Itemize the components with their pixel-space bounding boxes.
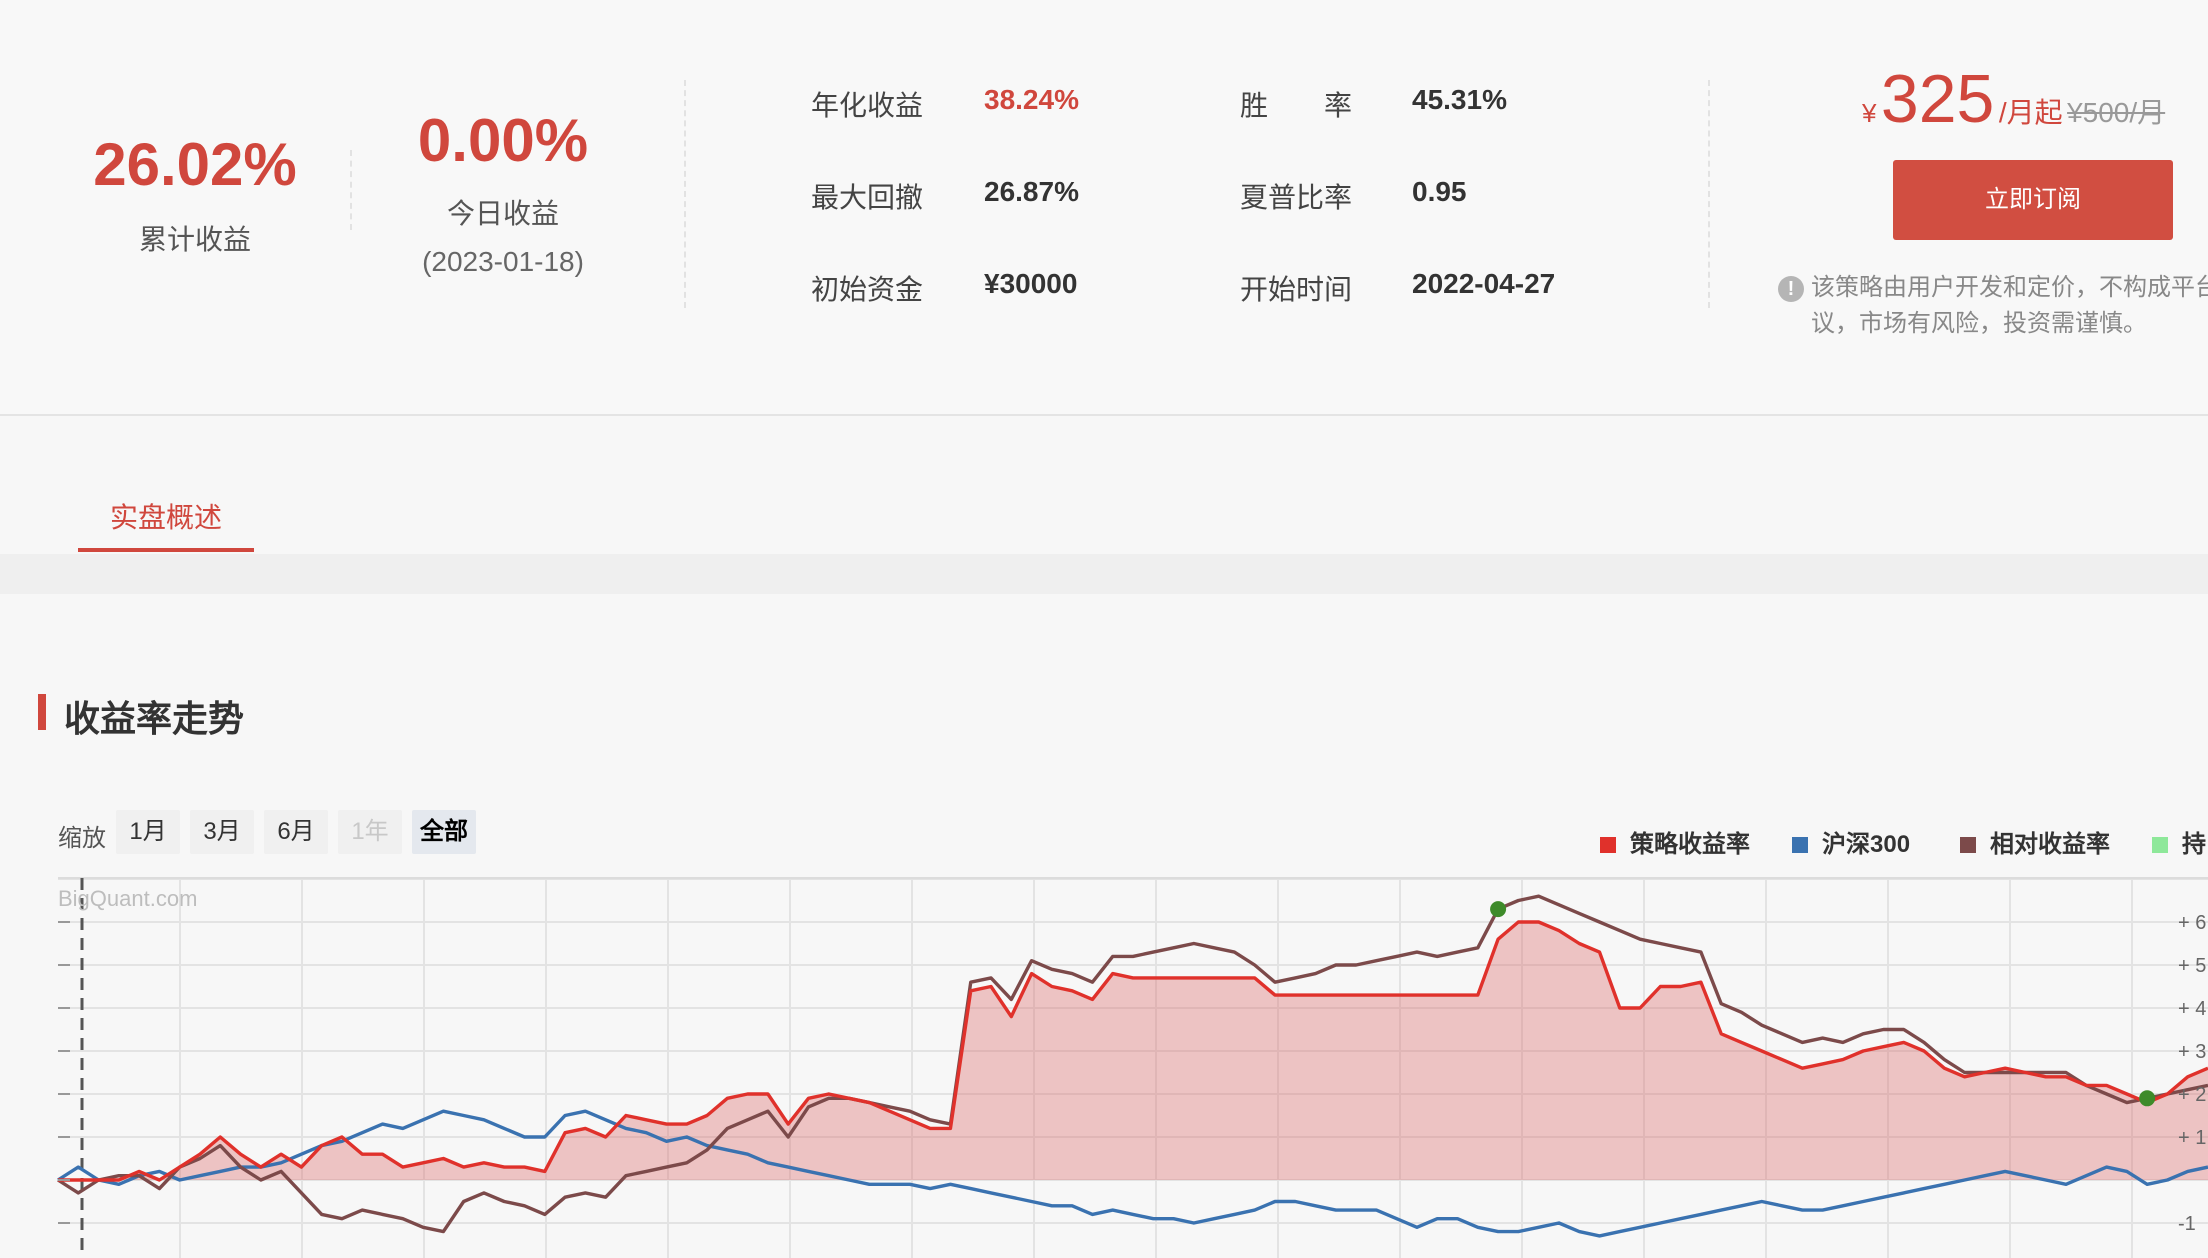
y-axis-tick-label: + 5 <box>2178 955 2206 977</box>
metric-label: 最大回撤 <box>811 182 924 213</box>
price-block: ¥ 325 /月起 ¥500/月 <box>1862 60 2165 138</box>
risk-disclaimer: 该策略由用户开发和定价，不构成平台 议，市场有风险，投资需谨慎。 <box>1811 270 2208 342</box>
start-date-value: 2022-04-27 <box>1412 268 1556 299</box>
zoom-all-button[interactable]: 全部 <box>412 810 476 854</box>
y-axis-tick-label: + 4 <box>2178 998 2206 1020</box>
section-divider-band <box>0 554 2208 594</box>
legend-label: 相对收益率 <box>1990 831 2110 858</box>
metric-label: 开始时间 <box>1240 274 1353 305</box>
metric-label: 初始资金 <box>811 274 924 305</box>
y-axis-tick-label: + 6 <box>2178 912 2206 934</box>
section-accent-bar <box>38 694 46 730</box>
section-title: 收益率走势 <box>64 698 245 739</box>
legend-swatch <box>1792 837 1808 853</box>
legend-item-benchmark[interactable]: 沪深300 <box>1792 824 1910 859</box>
cumulative-return-value: 26.02% <box>93 131 297 198</box>
sharpe-ratio-value: 0.95 <box>1412 176 1467 207</box>
legend-swatch <box>1960 837 1976 853</box>
subscribe-button[interactable]: 立即订阅 <box>1893 160 2173 240</box>
annual-return-value: 38.24% <box>984 84 1079 115</box>
zoom-1y-button[interactable]: 1年 <box>338 810 402 854</box>
original-price: ¥500/月 <box>2067 97 2166 128</box>
initial-capital-value: ¥30000 <box>984 268 1078 299</box>
y-axis-tick-label: -1 <box>2178 1213 2196 1235</box>
stat-divider <box>1708 80 1710 308</box>
risk-disclaimer-line: 该策略由用户开发和定价，不构成平台 <box>1811 274 2208 301</box>
stat-divider <box>684 80 686 308</box>
legend-item-strategy[interactable]: 策略收益率 <box>1600 824 1750 859</box>
metric-label: 年化收益 <box>811 90 924 121</box>
trade-signal-marker <box>1490 901 1507 918</box>
y-axis-tick-label: + 1 <box>2178 1127 2206 1149</box>
legend-label: 沪深300 <box>1822 831 1911 858</box>
max-drawdown-value: 26.87% <box>984 176 1079 207</box>
price-unit: /月起 <box>1998 97 2063 128</box>
cumulative-return-label: 累计收益 <box>138 224 251 255</box>
risk-disclaimer-line: 议，市场有风险，投资需谨慎。 <box>1811 310 2147 337</box>
legend-label: 策略收益率 <box>1630 831 1750 858</box>
strategy-summary-panel: 26.02% 累计收益 0.00% 今日收益 (2023-01-18) 年化收益… <box>0 0 2208 416</box>
y-axis-tick-label: + 3 <box>2178 1041 2206 1063</box>
legend-label: 持 <box>2182 831 2206 858</box>
zoom-3m-button[interactable]: 3月 <box>190 810 254 854</box>
return-trend-chart[interactable]: + 6 + 5 + 4 + 3 + 2 + 1 -1 <box>0 870 2208 1258</box>
currency-symbol: ¥ <box>1862 98 1877 128</box>
legend-swatch <box>2152 837 2168 853</box>
stat-divider <box>350 150 352 230</box>
today-return-label: 今日收益 <box>446 198 559 229</box>
legend-swatch <box>1600 837 1616 853</box>
tab-live-overview[interactable]: 实盘概述 <box>78 496 254 552</box>
legend-item-relative[interactable]: 相对收益率 <box>1960 824 2110 859</box>
zoom-label: 缩放 <box>58 825 106 852</box>
zoom-6m-button[interactable]: 6月 <box>264 810 328 854</box>
today-return-date: (2023-01-18) <box>422 246 584 277</box>
y-axis-tick-label: + 2 <box>2178 1084 2206 1106</box>
legend-item-holding[interactable]: 持 <box>2152 824 2206 859</box>
today-return-value: 0.00% <box>417 107 589 174</box>
metric-label: 胜 率 <box>1240 90 1353 121</box>
subscription-price: 325 <box>1880 61 1995 137</box>
metric-label: 夏普比率 <box>1240 182 1353 213</box>
zoom-1m-button[interactable]: 1月 <box>116 810 180 854</box>
exclamation-circle-icon: ! <box>1778 276 1804 302</box>
chart-watermark: BigQuant.com <box>58 886 198 911</box>
trade-signal-marker <box>2139 1090 2156 1107</box>
win-rate-value: 45.31% <box>1412 84 1507 115</box>
